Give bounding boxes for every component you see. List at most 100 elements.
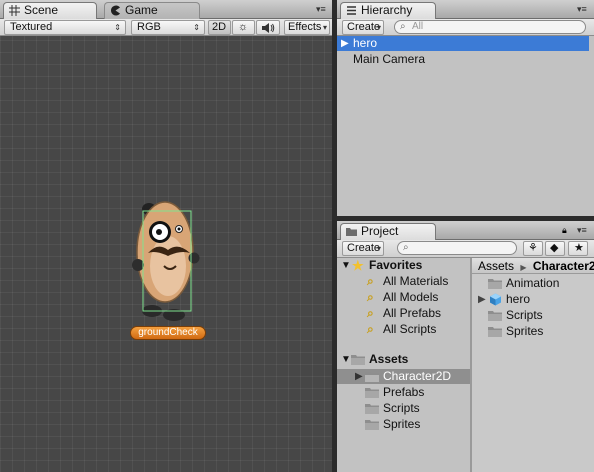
ground-check-label[interactable]: groundCheck (130, 326, 206, 340)
dropdown-arrow-icon: ▾ (376, 23, 381, 32)
hierarchy-tab-bar: Hierarchy ▾≡ (337, 0, 594, 19)
sun-icon: ☼ (238, 21, 249, 33)
project-folder-tree: ▼ ★ Favorites ⌕ All Materials ⌕ All Mode… (337, 258, 470, 472)
tree-favorite-label: All Models (383, 290, 439, 304)
hierarchy-item-main-camera[interactable]: Main Camera (337, 52, 589, 67)
star-icon: ★ (352, 258, 364, 273)
lighting-toggle[interactable]: ☼ (232, 20, 255, 35)
project-search-input[interactable]: ⌕ (397, 241, 517, 255)
pacman-icon (111, 5, 120, 16)
dropdown-arrow-icon: ▾ (376, 244, 381, 253)
folder-icon (351, 355, 365, 365)
breadcrumb-separator-icon: ▶ (520, 263, 527, 272)
collapse-arrow-icon[interactable]: ▼ (341, 258, 351, 273)
tree-favorites[interactable]: ▼ ★ Favorites (337, 258, 470, 273)
favorite-search-button[interactable]: ★ (568, 241, 588, 256)
hierarchy-search-input[interactable]: ⌕ All (394, 20, 586, 34)
search-favorite-icon: ⌕ (367, 274, 374, 288)
asset-item[interactable]: ▶ hero (472, 292, 594, 307)
tree-favorite-item[interactable]: ⌕ All Scripts (337, 322, 470, 337)
expand-arrow-icon[interactable]: ▶ (478, 292, 486, 307)
tab-project-label: Project (361, 224, 399, 238)
tree-asset-label: Prefabs (383, 385, 425, 399)
hierarchy-menu-icon[interactable]: ▾≡ (577, 4, 587, 15)
scene-tab-bar: Scene Game ▾≡ (0, 0, 332, 19)
asset-item[interactable]: Animation (472, 276, 594, 291)
tree-asset-folder[interactable]: Sprites (337, 417, 470, 432)
hierarchy-item-label: hero (353, 36, 378, 50)
tree-assets[interactable]: ▼ Assets (337, 352, 470, 367)
hierarchy-item-hero[interactable]: ▶ hero (337, 36, 589, 51)
tree-favorite-label: All Prefabs (383, 306, 442, 320)
asset-item[interactable]: Scripts (472, 308, 594, 323)
tree-favorite-label: All Scripts (383, 322, 437, 336)
render-mode-dropdown[interactable]: RGB ⇕ (131, 20, 205, 35)
tab-scene[interactable]: Scene (3, 2, 97, 19)
asset-item-label: Sprites (506, 324, 544, 338)
lock-icon[interactable]: 🔒︎ (562, 225, 567, 236)
updown-arrow-icon: ⇕ (193, 23, 200, 32)
tag-icon: ◆ (550, 242, 559, 254)
breadcrumb-current[interactable]: Character2 (533, 259, 594, 273)
folder-icon (346, 228, 357, 236)
breadcrumb: Assets ▶ Character2 (472, 258, 594, 274)
tab-game[interactable]: Game (104, 2, 200, 19)
tree-favorite-item[interactable]: ⌕ All Models (337, 290, 470, 305)
hero-sprite[interactable] (118, 186, 228, 336)
render-mode-label: RGB (137, 21, 161, 33)
effects-label: Effects (288, 21, 322, 33)
hierarchy-panel: ▶ hero Main Camera (337, 36, 594, 216)
prefab-cube-icon (490, 293, 501, 306)
hierarchy-create-button[interactable]: Create ▾ (342, 20, 384, 35)
asset-item[interactable]: Sprites (472, 324, 594, 339)
filter-by-type-button[interactable]: ⚘ (523, 241, 543, 256)
filter-by-label-button[interactable]: ◆ (545, 241, 565, 256)
project-create-button[interactable]: Create ▾ (342, 241, 384, 256)
tab-game-label: Game (125, 3, 158, 17)
tree-favorites-label: Favorites (369, 258, 423, 272)
tree-asset-label: Scripts (383, 401, 420, 415)
scene-menu-icon[interactable]: ▾≡ (316, 4, 326, 15)
scene-toolbar: Textured ⇕ RGB ⇕ 2D ☼ Effects ▾ (0, 19, 332, 36)
project-tab-bar: Project 🔒︎ ▾≡ (337, 221, 594, 240)
folder-icon (365, 372, 379, 382)
filter-type-icon: ⚘ (528, 242, 538, 254)
tree-favorite-item[interactable]: ⌕ All Materials (337, 274, 470, 289)
audio-toggle[interactable] (256, 20, 280, 35)
project-toolbar: Create ▾ ⌕ ⚘ ◆ ★ (337, 240, 594, 258)
collapse-arrow-icon[interactable]: ▼ (341, 352, 351, 367)
shading-mode-dropdown[interactable]: Textured ⇕ (4, 20, 126, 35)
shading-mode-label: Textured (10, 21, 53, 33)
search-icon: ⌕ (400, 21, 406, 32)
speaker-icon (262, 23, 275, 33)
asset-item-label: Scripts (506, 308, 543, 322)
mode-2d-toggle[interactable]: 2D (208, 20, 231, 35)
project-contents: Assets ▶ Character2 Animation ▶ hero Scr… (472, 258, 594, 472)
folder-icon (488, 279, 502, 289)
grid-icon (9, 5, 20, 16)
tree-asset-folder[interactable]: Scripts (337, 401, 470, 416)
tab-project[interactable]: Project (340, 223, 436, 240)
search-favorite-icon: ⌕ (367, 306, 374, 320)
hierarchy-item-label: Main Camera (353, 52, 426, 66)
folder-icon (488, 311, 502, 321)
star-icon: ★ (574, 242, 584, 254)
expand-arrow-icon[interactable]: ▶ (341, 36, 349, 51)
folder-icon (365, 420, 379, 430)
effects-dropdown[interactable]: Effects ▾ (284, 20, 330, 35)
tree-asset-folder-selected[interactable]: ▶ Character2D (337, 369, 470, 384)
tree-favorite-item[interactable]: ⌕ All Prefabs (337, 306, 470, 321)
folder-icon (365, 388, 379, 398)
tab-scene-label: Scene (24, 3, 59, 17)
search-favorite-icon: ⌕ (367, 322, 374, 336)
tab-hierarchy[interactable]: Hierarchy (340, 2, 436, 19)
expand-arrow-icon[interactable]: ▶ (355, 369, 363, 384)
tree-asset-folder[interactable]: Prefabs (337, 385, 470, 400)
search-icon: ⌕ (403, 242, 409, 253)
search-favorite-icon: ⌕ (367, 290, 374, 304)
breadcrumb-root[interactable]: Assets (478, 259, 514, 273)
scene-viewport[interactable]: groundCheck (0, 36, 332, 472)
project-menu-icon[interactable]: ▾≡ (577, 225, 587, 236)
project-create-label: Create (347, 242, 381, 254)
asset-item-label: Animation (506, 276, 560, 290)
